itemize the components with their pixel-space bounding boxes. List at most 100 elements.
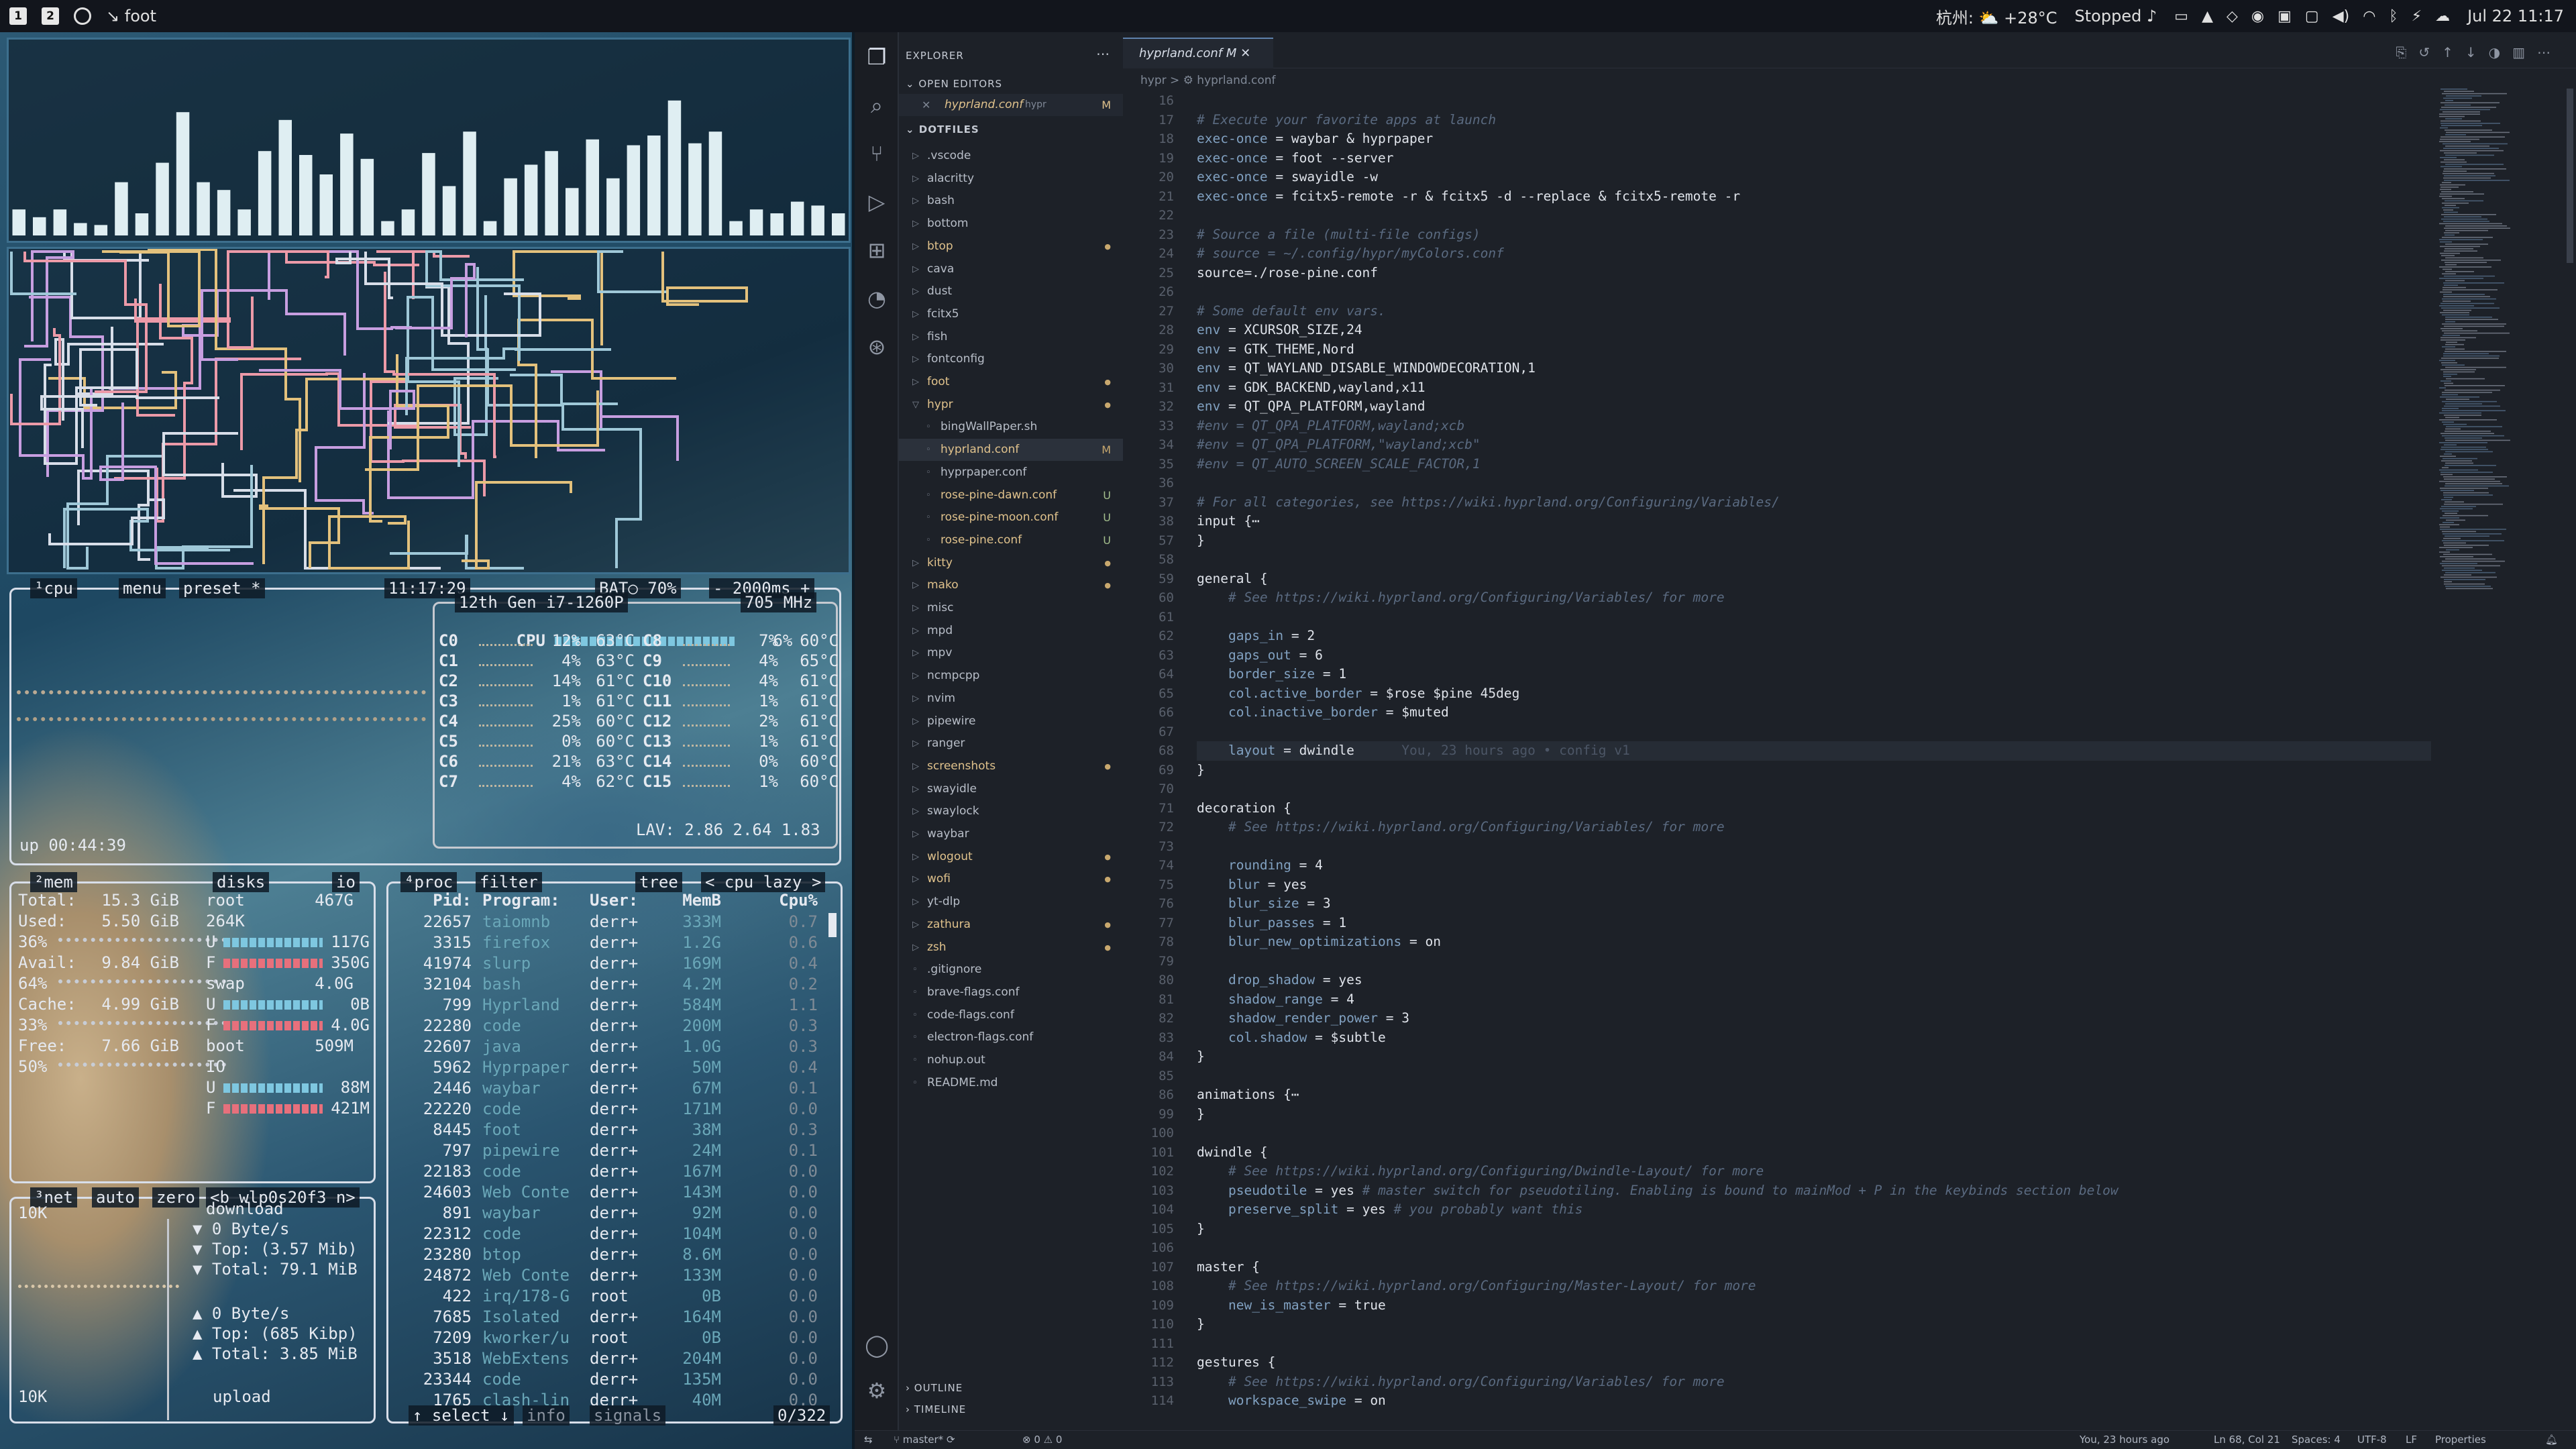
tray-icon-1[interactable]: ▭ [2174,8,2188,25]
code-line[interactable]: # See https://wiki.hyprland.org/Configur… [1197,1277,1756,1296]
code-line[interactable]: } [1197,761,1205,780]
proc-filter[interactable]: filter [476,872,542,892]
explorer-item[interactable]: ▷ swayidle [899,778,1123,800]
proc-row[interactable]: 24603 Web Conte derr+ 143M 0.0 [388,1182,831,1203]
code-line[interactable]: } [1197,531,1205,551]
proc-row[interactable]: 3518 WebExtens derr+ 204M 0.0 [388,1348,831,1369]
code-line[interactable]: } [1197,1047,1205,1067]
proc-header-cell[interactable]: User: [590,890,650,910]
mem-title[interactable]: ²mem [30,872,77,892]
explorer-item[interactable]: ◦ README.md [899,1072,1123,1094]
proc-row[interactable]: 799 Hyprland derr+ 584M 1.1 [388,995,831,1016]
code-line[interactable]: workspace_swipe = on [1197,1391,1386,1411]
tray-icon-3[interactable]: ◇ [2226,8,2238,25]
proc-title[interactable]: ⁴proc [400,872,458,892]
code-line[interactable]: #env = QT_QPA_PLATFORM,wayland;xcb [1197,417,1464,436]
open-editors-header[interactable]: ⌄ OPEN EDITORS [906,78,1002,90]
explorer-item[interactable]: ▷ kitty ● [899,552,1123,574]
explorer-item[interactable]: ◦ rose-pine-moon.conf U [899,506,1123,529]
workspace-3-button[interactable]: 3 [74,7,91,25]
io-toggle[interactable]: io [332,872,360,892]
vscode-window[interactable]: ❐ ⌕ ⑂ ▷ ⊞ ◔ ⊛ ◯ ⚙ EXPLORER ⋯ ⌄ OPEN EDIT… [855,32,2576,1449]
code-line[interactable]: source=./rose-pine.conf [1197,264,1378,283]
cpu-title[interactable]: ¹cpu [30,578,77,598]
encoding[interactable]: UTF-8 [2357,1434,2387,1446]
code-line[interactable]: # source = ~/.config/hypr/myColors.conf [1197,244,1504,264]
code-line[interactable]: # Some default env vars. [1197,302,1386,321]
proc-signals-button[interactable]: signals [590,1405,666,1426]
code-line[interactable]: exec-once = foot --server [1197,149,1394,168]
code-line[interactable]: exec-once = fcitx5-remote -r & fcitx5 -d… [1197,187,1740,207]
explorer-item[interactable]: ▷ bottom [899,213,1123,235]
cava-visualizer-window[interactable] [7,38,851,243]
timeline-section[interactable]: › TIMELINE [906,1403,966,1415]
code-line[interactable]: # See https://wiki.hyprland.org/Configur… [1197,818,1725,837]
branch-indicator[interactable]: ⑂ master* ⟳ [894,1434,955,1446]
proc-row[interactable]: 22183 code derr+ 167M 0.0 [388,1161,831,1182]
code-line[interactable]: master { [1197,1258,1260,1277]
explorer-item[interactable]: ▷ swaylock [899,800,1123,822]
explorer-item[interactable]: ▷ alacritty [899,168,1123,190]
proc-row[interactable]: 5962 Hyprpaper derr+ 50M 0.4 [388,1057,831,1078]
cloud-icon[interactable]: ☁ [2435,8,2450,25]
code-line[interactable]: env = QT_WAYLAND_DISABLE_WINDOWDECORATIO… [1197,359,1536,378]
explorer-item[interactable]: ◦ .gitignore [899,959,1123,981]
tray-icon-4[interactable]: ◉ [2251,8,2264,25]
code-line[interactable]: env = QT_QPA_PLATFORM,wayland [1197,397,1426,417]
pipes-terminal-window[interactable] [7,247,851,574]
explorer-item[interactable]: ▷ ncmpcpp [899,665,1123,687]
explorer-item[interactable]: ▷ btop ● [899,235,1123,258]
explorer-item[interactable]: ◦ nohup.out [899,1049,1123,1071]
problems-indicator[interactable]: ⊗ 0 ⚠ 0 [1022,1434,1062,1446]
explorer-item[interactable]: ▷ pipewire [899,710,1123,733]
code-line[interactable]: # Source a file (multi-file configs) [1197,225,1481,245]
proc-scrollbar[interactable] [828,913,837,937]
explorer-item[interactable]: ◦ electron-flags.conf [899,1026,1123,1049]
explorer-item[interactable]: ▷ mpv [899,642,1123,664]
code-line[interactable]: shadow_render_power = 3 [1197,1009,1409,1028]
code-line[interactable]: blur = yes [1197,875,1307,895]
explorer-item[interactable]: ▷ misc [899,597,1123,619]
explorer-item[interactable]: ▷ zsh ● [899,936,1123,959]
explorer-item[interactable]: ▷ nvim [899,688,1123,710]
disks-title[interactable]: disks [213,872,270,892]
explorer-item[interactable]: ▷ ranger [899,733,1123,755]
explorer-item[interactable]: ▷ .vscode [899,145,1123,167]
proc-row[interactable]: 22280 code derr+ 200M 0.3 [388,1016,831,1036]
proc-header-cell[interactable]: Cpu% [737,890,818,910]
menu-button[interactable]: menu [119,578,166,598]
language-mode[interactable]: Properties [2435,1434,2486,1446]
volume-icon[interactable]: ◀) [2332,8,2350,25]
proc-sort-selector[interactable]: < cpu lazy > [701,872,826,892]
proc-row[interactable]: 22657 taiomnb derr+ 333M 0.7 [388,912,831,932]
cursor-position[interactable]: Ln 68, Col 21 [2214,1434,2280,1446]
explorer-item[interactable]: ◦ hyprland.conf M [899,439,1123,462]
explorer-item[interactable]: ▷ waybar [899,823,1123,845]
search-icon[interactable]: ⌕ [864,93,890,118]
tab-close-icon[interactable]: ✕ [1240,46,1250,60]
extensions-icon[interactable]: ⊞ [864,237,890,263]
explorer-item[interactable]: ▷ dust [899,280,1123,303]
code-line[interactable]: gaps_out = 6 [1197,646,1323,665]
minimap[interactable] [2435,89,2563,625]
net-zero-toggle[interactable]: zero [152,1187,199,1208]
media-status[interactable]: Stopped ♪ [2075,7,2157,25]
explorer-item[interactable]: ▷ screenshots ● [899,755,1123,777]
code-line[interactable]: blur_passes = 1 [1197,914,1346,933]
explorer-item[interactable]: ◦ hyprpaper.conf [899,462,1123,484]
code-line[interactable]: blur_new_optimizations = on [1197,932,1441,952]
code-line[interactable]: new_is_master = true [1197,1296,1386,1316]
code-line[interactable]: col.active_border = $rose $pine 45deg [1197,684,1519,704]
explorer-item[interactable]: ▽ hypr ● [899,394,1123,416]
code-line[interactable]: # Execute your favorite apps at launch [1197,111,1496,130]
tray-icon-5[interactable]: ▣ [2277,8,2292,25]
explorer-item[interactable]: ▷ yt-dlp [899,891,1123,913]
proc-header-cell[interactable]: Program: [482,890,583,910]
proc-row[interactable]: 3315 firefox derr+ 1.2G 0.6 [388,932,831,953]
code-line[interactable]: blur_size = 3 [1197,894,1331,914]
code-line[interactable]: # For all categories, see https://wiki.h… [1197,493,1780,513]
btop-window[interactable]: ¹cpu menu preset * 11:17:29 BAT○ 70% - 2… [7,578,893,1430]
proc-row[interactable]: 32104 bash derr+ 4.2M 0.2 [388,974,831,995]
proc-row[interactable]: 7209 kworker/u root 0B 0.0 [388,1328,831,1348]
tray-icon-6[interactable]: ▢ [2305,8,2319,25]
